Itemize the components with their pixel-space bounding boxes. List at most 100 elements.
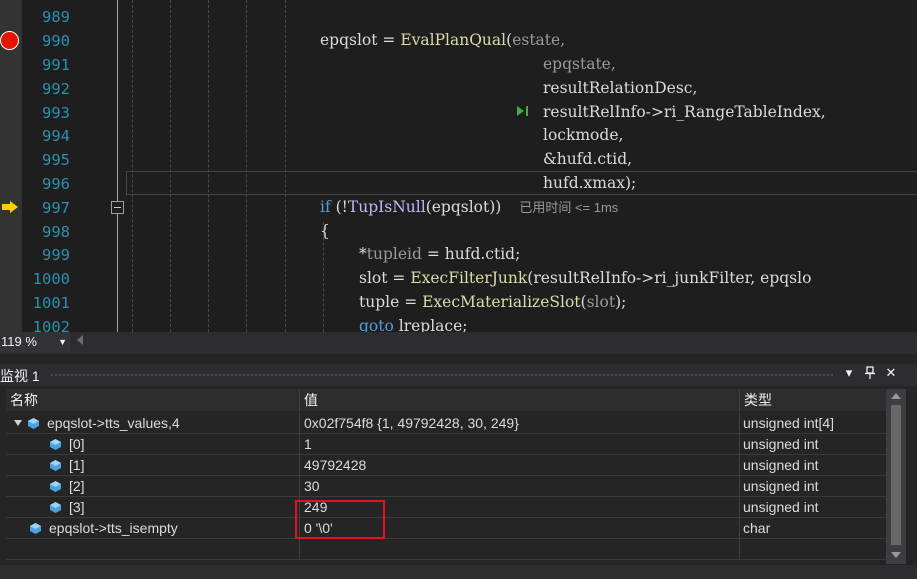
glyph-margin[interactable] [0,0,22,332]
watch-type-cell: unsigned int [743,499,819,515]
code-token: tuple = [359,293,423,311]
scroll-left-icon[interactable] [77,335,83,345]
watch-value-cell[interactable]: 49792428 [300,455,740,476]
watch-row[interactable]: epqslot->tts_isempty 0 '\0' char [6,518,886,539]
watch-row[interactable]: [2] 30 unsigned int [6,476,886,497]
watch-name-cell: [2] [6,476,300,497]
code-line-1002[interactable]: goto lreplace; [359,314,468,332]
watch-grid[interactable]: 名称 值 类型 epqslot->tts_values,4 0x02f754f8… [6,389,886,564]
scroll-down-icon[interactable] [891,552,901,558]
watch-add-row[interactable] [6,539,886,560]
variable-cube-icon [30,523,41,534]
code-token: ExecFilterJunk [410,269,528,287]
code-token: if [320,198,331,216]
perf-tip[interactable]: 已用时间 <= 1ms [519,200,618,215]
code-line-998[interactable]: { [320,219,330,243]
column-header-value[interactable]: 值 [300,389,740,411]
watch-name-text: [3] [69,499,85,515]
breakpoint-icon[interactable] [0,31,19,50]
watch-name-text: [0] [69,436,85,452]
watch-value-cell [300,539,740,560]
code-token: tupleid [366,245,422,263]
indent-guide [285,0,286,332]
watch-row[interactable]: [3] 249 unsigned int [6,497,886,518]
line-number: 989 [42,8,70,26]
code-line-993[interactable]: resultRelInfo->ri_RangeTableIndex, [543,100,826,124]
code-token: goto [359,317,394,332]
watch-value-cell[interactable]: 30 [300,476,740,497]
line-number: 1002 [32,318,70,332]
watch-type-cell [740,539,886,560]
line-number: 1001 [32,294,70,312]
instruction-pointer-icon[interactable] [2,201,18,213]
code-token: ); [615,293,627,311]
code-line-992[interactable]: resultRelationDesc, [543,76,697,100]
run-to-click-icon[interactable] [516,104,530,118]
watch-type-cell: char [743,520,771,536]
close-button[interactable]: ✕ [882,366,900,381]
column-header-name[interactable]: 名称 [6,389,300,411]
line-number: 997 [42,199,70,217]
code-line-991[interactable]: epqstate, [543,52,616,76]
column-header-type[interactable]: 类型 [740,389,886,411]
code-token: (epqslot)) [425,198,502,216]
outline-margin-line [117,0,118,332]
watch-row[interactable]: epqslot->tts_values,4 0x02f754f8 {1, 497… [6,413,886,434]
editor-status-strip: 119 % ▼ [0,332,917,354]
variable-cube-icon [50,481,61,492]
zoom-level-dropdown[interactable]: 119 % ▼ [0,332,70,352]
code-token: slot = [359,269,411,287]
scroll-up-icon[interactable] [891,393,901,399]
variable-cube-icon [50,502,61,513]
watch-titlebar[interactable]: 监视 1 ▾ ✕ [0,364,917,386]
code-line-997[interactable]: if (!TupIsNull(epqslot)) 已用时间 <= 1ms [320,195,618,219]
code-token: epqslot [320,31,378,49]
pin-icon [865,366,875,379]
code-line-994[interactable]: lockmode, [543,123,623,147]
code-token: epqstate [543,55,611,73]
watch-value-cell[interactable]: 0x02f754f8 {1, 49792428, 30, 249} [300,413,740,434]
line-number: 990 [42,32,70,50]
code-token: (resultRelInfo->ri_junkFilter, epqslo [527,269,812,287]
title-grip [50,373,835,378]
line-number-gutter: 989 990 991 992 993 994 995 996 997 998 … [22,0,72,332]
watch-type-cell: unsigned int [743,478,819,494]
chevron-down-icon: ▼ [58,337,67,347]
code-token: = hufd.ctid; [421,245,521,263]
vertical-scrollbar[interactable] [886,389,906,564]
watch-name-cell: epqslot->tts_values,4 [6,413,300,434]
collapse-toggle-icon[interactable] [111,201,124,214]
pin-button[interactable] [861,366,879,383]
watch-name-cell: [3] [6,497,300,518]
bottom-bar [0,565,917,579]
watch-name-cell: epqslot->tts_isempty [6,518,300,539]
code-editor[interactable]: 989 990 991 992 993 994 995 996 997 998 … [0,0,917,332]
window-options-button[interactable]: ▾ [840,366,858,381]
code-line-999[interactable]: *tupleid = hufd.ctid; [359,242,520,266]
indent-guide [208,0,209,332]
watch-title: 监视 1 [0,368,40,384]
code-token: TupIsNull [347,198,426,216]
watch-name-cell: [0] [6,434,300,455]
watch-type-cell: unsigned int [743,457,819,473]
indent-guide [132,0,133,332]
line-number: 996 [42,175,70,193]
code-token: , [560,31,566,49]
watch-name-input[interactable] [6,539,300,560]
expand-toggle-icon[interactable] [14,420,22,426]
code-line-990[interactable]: epqslot = EvalPlanQual(estate, [320,28,565,52]
watch-name-text: [1] [69,457,85,473]
line-number: 992 [42,80,70,98]
watch-window: 监视 1 ▾ ✕ 名称 值 类型 epqslot->tts_values,4 0… [0,354,917,579]
code-line-995[interactable]: &hufd.ctid, [543,147,632,171]
code-token: lreplace; [393,317,468,332]
code-line-996[interactable]: hufd.xmax); [543,171,636,195]
watch-row[interactable]: [1] 49792428 unsigned int [6,455,886,476]
code-line-1001[interactable]: tuple = ExecMaterializeSlot(slot); [359,290,626,314]
zoom-level-value: 119 % [1,334,37,349]
scrollbar-thumb[interactable] [891,405,901,545]
code-line-1000[interactable]: slot = ExecFilterJunk(resultRelInfo->ri_… [359,266,811,290]
watch-row[interactable]: [0] 1 unsigned int [6,434,886,455]
watch-value-cell[interactable]: 1 [300,434,740,455]
line-number: 998 [42,223,70,241]
